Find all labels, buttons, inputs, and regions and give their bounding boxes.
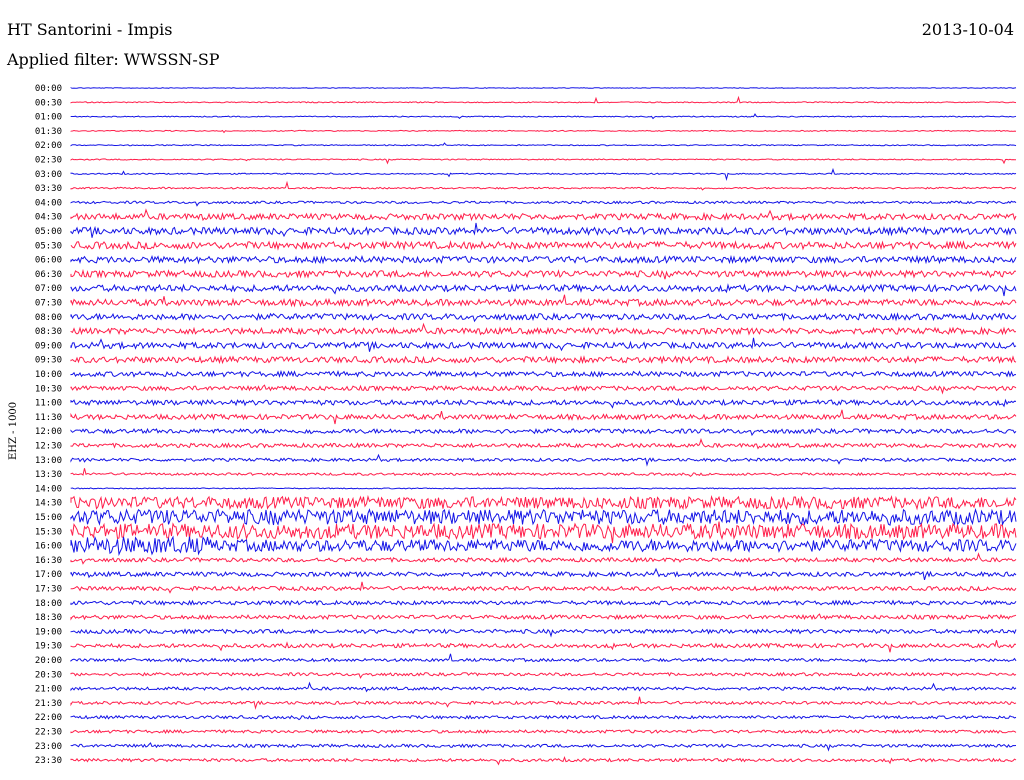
time-tick-label: 03:00 xyxy=(35,170,62,180)
time-tick-label: 08:00 xyxy=(35,313,62,323)
time-tick-label: 16:30 xyxy=(35,556,62,566)
time-tick-label: 08:30 xyxy=(35,327,62,337)
trace-line xyxy=(70,468,1017,478)
trace-line xyxy=(70,508,1017,527)
trace-group xyxy=(70,87,1017,766)
time-tick-label: 19:30 xyxy=(35,642,62,652)
trace-line xyxy=(70,200,1017,207)
time-tick-label: 00:30 xyxy=(35,98,62,108)
trace-line xyxy=(70,254,1017,265)
trace-line xyxy=(70,756,1017,766)
time-tick-label: 14:00 xyxy=(35,484,62,494)
trace-line xyxy=(70,628,1017,638)
time-tick-label: 13:00 xyxy=(35,456,62,466)
time-tick-label: 18:30 xyxy=(35,613,62,623)
trace-line xyxy=(70,742,1017,752)
trace-line xyxy=(70,87,1017,89)
time-tick-label: 13:30 xyxy=(35,470,62,480)
time-tick-label: 04:30 xyxy=(35,213,62,223)
time-tick-label: 16:00 xyxy=(35,542,62,552)
time-tick-label: 00:00 xyxy=(35,84,62,94)
trace-line xyxy=(70,696,1017,710)
trace-line xyxy=(70,681,1017,693)
time-tick-label: 15:00 xyxy=(35,513,62,523)
time-tick-label: 07:00 xyxy=(35,284,62,294)
trace-line xyxy=(70,240,1017,251)
time-label-group: 00:00 00:30 01:00 01:30 02:00 02:30 03:00 03:30… xyxy=(35,84,62,766)
trace-line xyxy=(70,494,1017,511)
trace-line xyxy=(70,294,1017,308)
time-tick-label: 01:30 xyxy=(35,127,62,137)
trace-line xyxy=(70,671,1017,679)
time-tick-label: 22:00 xyxy=(35,713,62,723)
time-tick-label: 02:00 xyxy=(35,141,62,151)
time-tick-label: 12:00 xyxy=(35,427,62,437)
trace-line xyxy=(70,397,1017,409)
helicorder-plot: 00:00 00:30 01:00 01:30 02:00 02:30 03:00 03:30… xyxy=(35,84,1017,766)
trace-line xyxy=(70,409,1017,425)
trace-line xyxy=(70,599,1017,607)
trace-line xyxy=(70,640,1017,653)
time-tick-label: 12:30 xyxy=(35,442,62,452)
trace-line xyxy=(70,453,1017,467)
time-tick-label: 20:00 xyxy=(35,656,62,666)
time-tick-label: 17:30 xyxy=(35,585,62,595)
trace-line xyxy=(70,113,1017,120)
trace-line xyxy=(70,337,1017,352)
trace-line xyxy=(70,427,1017,437)
time-tick-label: 19:00 xyxy=(35,627,62,637)
trace-line xyxy=(70,728,1017,735)
trace-line xyxy=(70,129,1017,134)
trace-line xyxy=(70,487,1017,490)
time-tick-label: 23:30 xyxy=(35,756,62,766)
time-tick-label: 09:30 xyxy=(35,356,62,366)
trace-line xyxy=(70,142,1017,147)
trace-line xyxy=(70,653,1017,663)
trace-line xyxy=(70,322,1017,336)
trace-line xyxy=(70,437,1017,450)
trace-line xyxy=(70,208,1017,222)
time-tick-label: 20:30 xyxy=(35,670,62,680)
time-tick-label: 23:00 xyxy=(35,742,62,752)
trace-line xyxy=(70,312,1017,323)
time-tick-label: 03:30 xyxy=(35,184,62,194)
trace-line xyxy=(70,354,1017,365)
time-tick-label: 09:00 xyxy=(35,341,62,351)
trace-line xyxy=(70,552,1017,565)
time-tick-label: 05:30 xyxy=(35,241,62,251)
time-tick-label: 15:30 xyxy=(35,527,62,537)
time-tick-label: 18:00 xyxy=(35,599,62,609)
trace-line xyxy=(70,384,1017,395)
trace-line xyxy=(70,535,1017,557)
time-tick-label: 22:30 xyxy=(35,728,62,738)
time-tick-label: 11:00 xyxy=(35,399,62,409)
trace-line xyxy=(70,714,1017,721)
time-tick-label: 10:30 xyxy=(35,384,62,394)
trace-line xyxy=(70,283,1017,297)
time-tick-label: 06:00 xyxy=(35,256,62,266)
trace-line xyxy=(70,613,1017,621)
trace-line xyxy=(70,268,1017,280)
trace-line xyxy=(70,567,1017,581)
time-tick-label: 21:00 xyxy=(35,685,62,695)
trace-line xyxy=(70,158,1016,165)
time-tick-label: 10:00 xyxy=(35,370,62,380)
time-tick-label: 17:00 xyxy=(35,570,62,580)
time-tick-label: 04:00 xyxy=(35,198,62,208)
trace-line xyxy=(70,222,1017,238)
trace-line xyxy=(70,521,1017,544)
trace-line xyxy=(70,95,1017,104)
time-tick-label: 21:30 xyxy=(35,699,62,709)
time-tick-label: 05:00 xyxy=(35,227,62,237)
time-tick-label: 11:30 xyxy=(35,413,62,423)
trace-line xyxy=(70,369,1016,379)
trace-line xyxy=(70,180,1017,191)
time-tick-label: 02:30 xyxy=(35,156,62,166)
time-tick-label: 06:30 xyxy=(35,270,62,280)
time-tick-label: 14:30 xyxy=(35,499,62,509)
time-tick-label: 01:00 xyxy=(35,113,62,123)
trace-line xyxy=(70,581,1017,594)
trace-line xyxy=(70,167,1017,181)
time-tick-label: 07:30 xyxy=(35,299,62,309)
